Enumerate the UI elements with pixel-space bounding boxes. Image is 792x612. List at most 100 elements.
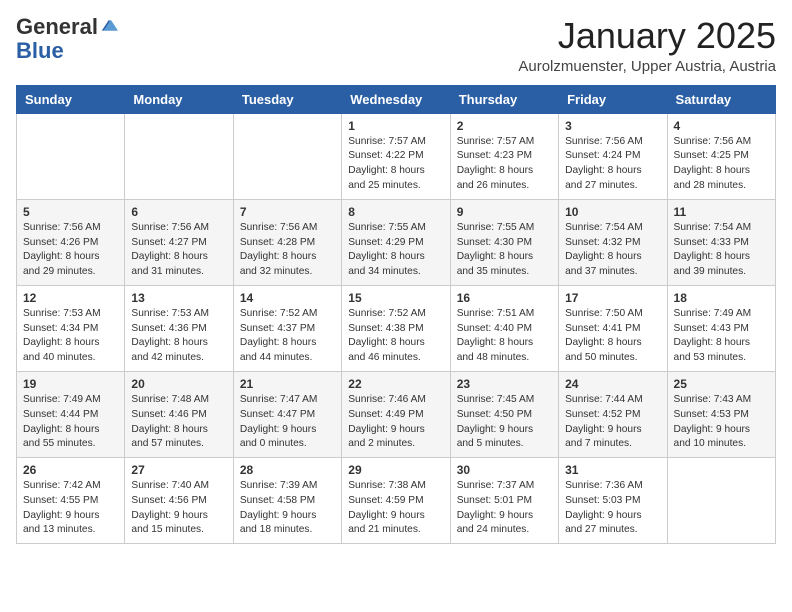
weekday-header-monday: Monday (125, 85, 233, 113)
calendar-cell: 2Sunrise: 7:57 AM Sunset: 4:23 PM Daylig… (450, 113, 558, 199)
calendar-week-row: 5 Sunrise: 7:56 AM Sunset: 4:26 PM Daylig… (17, 199, 776, 285)
day-info: Sunrise: 7:44 AM Sunset: 4:52 PM Dayligh… (565, 393, 660, 452)
day-number: 5 (23, 205, 118, 219)
day-info: Sunrise: 7:56 AM Sunset: 4:28 PM Dayligh… (240, 221, 335, 280)
day-info: Sunrise: 7:52 AM Sunset: 4:38 PM Dayligh… (348, 307, 443, 366)
calendar-cell: 9 Sunrise: 7:55 AM Sunset: 4:30 PM Daylig… (450, 199, 558, 285)
day-number: 24 (565, 377, 660, 391)
day-number: 4 (674, 119, 769, 133)
day-info: Sunrise: 7:43 AM Sunset: 4:53 PM Dayligh… (674, 393, 769, 452)
day-number: 10 (565, 205, 660, 219)
calendar-table: SundayMondayTuesdayWednesdayThursdayFrid… (16, 85, 776, 545)
calendar-cell: 20 Sunrise: 7:48 AM Sunset: 4:46 PM Dayli… (125, 371, 233, 457)
day-number: 18 (674, 291, 769, 305)
calendar-cell: 24 Sunrise: 7:44 AM Sunset: 4:52 PM Dayli… (559, 371, 667, 457)
logo-general-text: General (16, 16, 98, 38)
day-number: 12 (23, 291, 118, 305)
calendar-cell: 1 Sunrise: 7:57 AM Sunset: 4:22 PM Daylig… (342, 113, 450, 199)
location-title: Aurolzmuenster, Upper Austria, Austria (518, 58, 776, 75)
calendar-cell (667, 458, 775, 544)
day-info: Sunrise: 7:49 AM Sunset: 4:44 PM Dayligh… (23, 393, 118, 452)
calendar-cell: 29Sunrise: 7:38 AM Sunset: 4:59 PM Dayli… (342, 458, 450, 544)
day-info: Sunrise: 7:56 AM Sunset: 4:27 PM Dayligh… (131, 221, 226, 280)
calendar-cell: 31Sunrise: 7:36 AM Sunset: 5:03 PM Dayli… (559, 458, 667, 544)
calendar-cell: 12 Sunrise: 7:53 AM Sunset: 4:34 PM Dayli… (17, 285, 125, 371)
day-info: Sunrise: 7:53 AM Sunset: 4:34 PM Dayligh… (23, 307, 118, 366)
calendar-cell: 17Sunrise: 7:50 AM Sunset: 4:41 PM Dayli… (559, 285, 667, 371)
weekday-header-friday: Friday (559, 85, 667, 113)
day-number: 23 (457, 377, 552, 391)
day-info: Sunrise: 7:57 AM Sunset: 4:22 PM Dayligh… (348, 135, 443, 194)
day-number: 11 (674, 205, 769, 219)
calendar-cell: 7Sunrise: 7:56 AM Sunset: 4:28 PM Daylig… (233, 199, 341, 285)
day-info: Sunrise: 7:51 AM Sunset: 4:40 PM Dayligh… (457, 307, 552, 366)
calendar-cell: 28Sunrise: 7:39 AM Sunset: 4:58 PM Dayli… (233, 458, 341, 544)
day-info: Sunrise: 7:45 AM Sunset: 4:50 PM Dayligh… (457, 393, 552, 452)
day-number: 9 (457, 205, 552, 219)
logo-blue-text: Blue (16, 38, 64, 64)
day-number: 14 (240, 291, 335, 305)
day-number: 22 (348, 377, 443, 391)
calendar-cell: 6 Sunrise: 7:56 AM Sunset: 4:27 PM Daylig… (125, 199, 233, 285)
calendar-cell: 13Sunrise: 7:53 AM Sunset: 4:36 PM Dayli… (125, 285, 233, 371)
day-info: Sunrise: 7:55 AM Sunset: 4:30 PM Dayligh… (457, 221, 552, 280)
calendar-cell: 3 Sunrise: 7:56 AM Sunset: 4:24 PM Daylig… (559, 113, 667, 199)
calendar-cell: 30 Sunrise: 7:37 AM Sunset: 5:01 PM Dayli… (450, 458, 558, 544)
day-info: Sunrise: 7:42 AM Sunset: 4:55 PM Dayligh… (23, 479, 118, 538)
calendar-cell: 18Sunrise: 7:49 AM Sunset: 4:43 PM Dayli… (667, 285, 775, 371)
day-info: Sunrise: 7:47 AM Sunset: 4:47 PM Dayligh… (240, 393, 335, 452)
day-info: Sunrise: 7:54 AM Sunset: 4:32 PM Dayligh… (565, 221, 660, 280)
day-info: Sunrise: 7:56 AM Sunset: 4:26 PM Dayligh… (23, 221, 118, 280)
day-number: 20 (131, 377, 226, 391)
day-number: 30 (457, 463, 552, 477)
day-info: Sunrise: 7:54 AM Sunset: 4:33 PM Dayligh… (674, 221, 769, 280)
day-info: Sunrise: 7:56 AM Sunset: 4:24 PM Dayligh… (565, 135, 660, 194)
calendar-header-row: SundayMondayTuesdayWednesdayThursdayFrid… (17, 85, 776, 113)
calendar-week-row: 26 Sunrise: 7:42 AM Sunset: 4:55 PM Dayli… (17, 458, 776, 544)
day-number: 21 (240, 377, 335, 391)
calendar-cell: 19Sunrise: 7:49 AM Sunset: 4:44 PM Dayli… (17, 371, 125, 457)
day-info: Sunrise: 7:36 AM Sunset: 5:03 PM Dayligh… (565, 479, 660, 538)
calendar-cell: 23 Sunrise: 7:45 AM Sunset: 4:50 PM Dayli… (450, 371, 558, 457)
day-info: Sunrise: 7:52 AM Sunset: 4:37 PM Dayligh… (240, 307, 335, 366)
day-number: 1 (348, 119, 443, 133)
calendar-cell: 16 Sunrise: 7:51 AM Sunset: 4:40 PM Dayli… (450, 285, 558, 371)
title-section: January 2025 Aurolzmuenster, Upper Austr… (518, 16, 776, 75)
calendar-cell: 26 Sunrise: 7:42 AM Sunset: 4:55 PM Dayli… (17, 458, 125, 544)
day-info: Sunrise: 7:53 AM Sunset: 4:36 PM Dayligh… (131, 307, 226, 366)
day-info: Sunrise: 7:46 AM Sunset: 4:49 PM Dayligh… (348, 393, 443, 452)
weekday-header-thursday: Thursday (450, 85, 558, 113)
month-title: January 2025 (518, 16, 776, 56)
calendar-cell: 21 Sunrise: 7:47 AM Sunset: 4:47 PM Dayli… (233, 371, 341, 457)
calendar-cell: 27Sunrise: 7:40 AM Sunset: 4:56 PM Dayli… (125, 458, 233, 544)
day-info: Sunrise: 7:39 AM Sunset: 4:58 PM Dayligh… (240, 479, 335, 538)
day-number: 25 (674, 377, 769, 391)
day-number: 6 (131, 205, 226, 219)
day-info: Sunrise: 7:37 AM Sunset: 5:01 PM Dayligh… (457, 479, 552, 538)
calendar-cell: 5 Sunrise: 7:56 AM Sunset: 4:26 PM Daylig… (17, 199, 125, 285)
day-number: 3 (565, 119, 660, 133)
calendar-week-row: 12 Sunrise: 7:53 AM Sunset: 4:34 PM Dayli… (17, 285, 776, 371)
day-info: Sunrise: 7:48 AM Sunset: 4:46 PM Dayligh… (131, 393, 226, 452)
calendar-cell (17, 113, 125, 199)
day-number: 27 (131, 463, 226, 477)
day-info: Sunrise: 7:56 AM Sunset: 4:25 PM Dayligh… (674, 135, 769, 194)
calendar-cell: 22 Sunrise: 7:46 AM Sunset: 4:49 PM Dayli… (342, 371, 450, 457)
day-number: 16 (457, 291, 552, 305)
weekday-header-sunday: Sunday (17, 85, 125, 113)
day-number: 8 (348, 205, 443, 219)
calendar-cell: 8 Sunrise: 7:55 AM Sunset: 4:29 PM Daylig… (342, 199, 450, 285)
weekday-header-wednesday: Wednesday (342, 85, 450, 113)
calendar-cell: 10 Sunrise: 7:54 AM Sunset: 4:32 PM Dayli… (559, 199, 667, 285)
day-number: 26 (23, 463, 118, 477)
day-info: Sunrise: 7:55 AM Sunset: 4:29 PM Dayligh… (348, 221, 443, 280)
day-info: Sunrise: 7:38 AM Sunset: 4:59 PM Dayligh… (348, 479, 443, 538)
calendar-cell: 14 Sunrise: 7:52 AM Sunset: 4:37 PM Dayli… (233, 285, 341, 371)
day-number: 17 (565, 291, 660, 305)
calendar-cell: 15Sunrise: 7:52 AM Sunset: 4:38 PM Dayli… (342, 285, 450, 371)
calendar-cell: 4 Sunrise: 7:56 AM Sunset: 4:25 PM Daylig… (667, 113, 775, 199)
calendar-cell: 11 Sunrise: 7:54 AM Sunset: 4:33 PM Dayli… (667, 199, 775, 285)
calendar-week-row: 1 Sunrise: 7:57 AM Sunset: 4:22 PM Daylig… (17, 113, 776, 199)
calendar-week-row: 19Sunrise: 7:49 AM Sunset: 4:44 PM Dayli… (17, 371, 776, 457)
logo: General Blue (16, 16, 118, 64)
